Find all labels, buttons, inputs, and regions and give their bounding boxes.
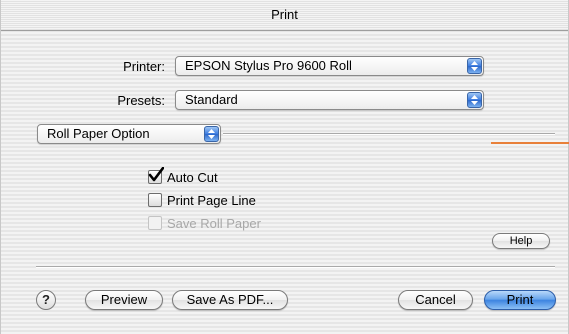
print-page-line-checkbox[interactable]: Print Page Line [148,193,256,209]
presets-popup[interactable]: Standard [175,90,484,110]
checkbox-box [148,216,162,230]
help-button[interactable]: Help [492,233,550,249]
save-as-pdf-button[interactable]: Save As PDF... [172,290,288,310]
print-button[interactable]: Print [484,290,556,310]
auto-cut-checkbox[interactable]: Auto Cut [148,167,218,186]
auto-cut-label: Auto Cut [167,170,218,185]
window-title: Print [1,0,568,31]
printer-value: EPSON Stylus Pro 9600 Roll [185,58,352,73]
presets-label: Presets: [117,93,165,108]
orange-marker-line [491,142,569,144]
checkbox-box [148,193,162,207]
cancel-button[interactable]: Cancel [398,290,473,310]
printer-popup[interactable]: EPSON Stylus Pro 9600 Roll [175,56,484,76]
help-question-button[interactable]: ? [36,290,56,310]
up-down-arrows-icon [467,92,482,108]
up-down-arrows-icon [467,58,482,74]
save-roll-paper-checkbox: Save Roll Paper [148,216,261,232]
save-roll-paper-label: Save Roll Paper [167,216,261,231]
panel-divider [223,133,555,135]
bottom-divider [36,266,555,268]
print-page-line-label: Print Page Line [167,193,256,208]
printer-label: Printer: [123,59,165,74]
print-dialog: Print Printer: EPSON Stylus Pro 9600 Rol… [0,0,569,334]
panel-popup[interactable]: Roll Paper Option [37,124,221,144]
preview-button[interactable]: Preview [85,290,163,310]
up-down-arrows-icon [204,126,219,142]
panel-value: Roll Paper Option [47,126,150,141]
checkmark-icon [148,167,164,184]
presets-value: Standard [185,92,238,107]
